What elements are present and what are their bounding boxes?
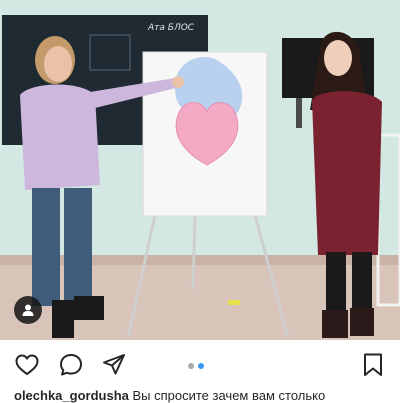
post-photo[interactable]: Ата БЛОС bbox=[0, 0, 400, 340]
like-button[interactable] bbox=[14, 352, 40, 378]
carousel-dot-2-active bbox=[198, 363, 204, 369]
post-caption: olechka_gordusha Вы спросите зачем вам с… bbox=[14, 389, 400, 403]
speech-bubble-icon bbox=[60, 354, 82, 376]
save-button[interactable] bbox=[360, 352, 386, 378]
caption-username[interactable]: olechka_gordusha bbox=[14, 389, 129, 403]
chalkboard-writing: Ата БЛОС bbox=[147, 23, 195, 33]
user-tag-button[interactable] bbox=[14, 296, 42, 324]
paper-plane-icon bbox=[103, 354, 125, 375]
person-icon bbox=[22, 304, 34, 316]
carousel-dot-1 bbox=[188, 363, 194, 369]
comment-button[interactable] bbox=[58, 352, 84, 378]
bookmark-outline-icon bbox=[364, 353, 382, 376]
share-button[interactable] bbox=[101, 352, 127, 378]
action-bar bbox=[0, 340, 400, 388]
caption-text: Вы спросите зачем вам столько bbox=[128, 389, 326, 403]
heart-outline-icon bbox=[15, 354, 39, 375]
photo-scene: Ата БЛОС bbox=[0, 0, 400, 340]
carousel-indicator bbox=[188, 362, 204, 370]
